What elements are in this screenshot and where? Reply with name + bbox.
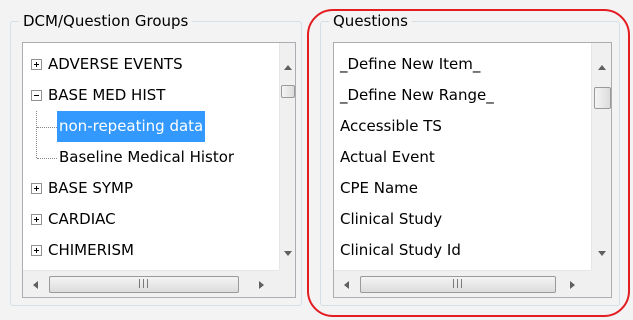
scroll-down-arrow-icon[interactable] (598, 251, 606, 256)
expand-icon[interactable] (31, 59, 42, 70)
tree-item-base-med-hist[interactable]: BASE MED HIST (23, 80, 279, 111)
list-item-label: Clinical Study Id (340, 241, 461, 259)
list-item-label: Clinical Study (340, 210, 443, 228)
scrollbar-corner (591, 270, 611, 297)
list-item[interactable]: _Define New Range_ (334, 80, 594, 111)
tree-item-non-repeating-data[interactable]: non-repeating data (23, 111, 279, 142)
tree-item-label: BASE SYMP (48, 179, 133, 197)
scroll-down-arrow-icon[interactable] (284, 251, 292, 256)
dcm-question-groups-tree[interactable]: ADVERSE EVENTS BASE MED HIST non-repeati… (22, 42, 296, 298)
expand-icon[interactable] (31, 245, 42, 256)
tree-item-label: CARDIAC (48, 210, 116, 228)
list-item-label: CPE Name (340, 179, 419, 197)
list-item[interactable]: Clinical Study (334, 204, 594, 235)
scroll-right-arrow-icon[interactable] (259, 281, 264, 289)
list-item[interactable]: CPE Name (334, 173, 594, 204)
scrollbar-corner (279, 270, 295, 297)
tree-vertical-scrollbar[interactable] (279, 43, 295, 270)
scroll-thumb[interactable]: ||| (49, 276, 239, 293)
questions-horizontal-scrollbar[interactable]: ||| (334, 270, 591, 297)
tree-item-label: non-repeating data (57, 111, 206, 142)
grip-icon: ||| (138, 279, 151, 289)
scroll-right-arrow-icon[interactable] (570, 281, 575, 289)
tree-horizontal-scrollbar[interactable]: ||| (23, 270, 279, 297)
tree-item-cardiac[interactable]: CARDIAC (23, 204, 279, 235)
scroll-up-arrow-icon[interactable] (598, 65, 606, 70)
questions-title: Questions (329, 11, 412, 31)
tree-item-label: ADVERSE EVENTS (48, 55, 183, 73)
tree-item-baseline-medical-history[interactable]: Baseline Medical Histor (23, 142, 279, 173)
scroll-left-arrow-icon[interactable] (33, 281, 38, 289)
grip-icon: ||| (452, 279, 465, 289)
scroll-thumb[interactable]: ||| (360, 276, 556, 293)
collapse-icon[interactable] (31, 90, 42, 101)
tree-item-label: CHIMERISM (48, 241, 134, 259)
dcm-question-groups-title: DCM/Question Groups (19, 11, 193, 31)
list-item[interactable]: Accessible TS (334, 111, 594, 142)
list-item-label: Accessible TS (340, 117, 442, 135)
list-item[interactable]: _Define New Item_ (334, 49, 594, 80)
tree-item-adverse-events[interactable]: ADVERSE EVENTS (23, 49, 279, 80)
list-item[interactable]: Actual Event (334, 142, 594, 173)
tree-item-base-symp[interactable]: BASE SYMP (23, 173, 279, 204)
questions-list[interactable]: _Define New Item_ _Define New Range_ Acc… (333, 42, 612, 298)
expand-icon[interactable] (31, 183, 42, 194)
scroll-left-arrow-icon[interactable] (344, 281, 349, 289)
tree-item-label: BASE MED HIST (48, 86, 166, 104)
scroll-up-arrow-icon[interactable] (284, 65, 292, 70)
tree-item-chimerism[interactable]: CHIMERISM (23, 235, 279, 266)
expand-icon[interactable] (31, 214, 42, 225)
list-item[interactable]: Clinical Study Id (334, 235, 594, 266)
list-item-label: _Define New Item_ (340, 55, 481, 73)
questions-vertical-scrollbar[interactable] (591, 43, 611, 270)
tree-item-label: Baseline Medical Histor (59, 148, 235, 166)
list-item-label: _Define New Range_ (340, 86, 494, 104)
scroll-thumb[interactable] (594, 87, 611, 109)
scroll-thumb[interactable] (281, 85, 295, 98)
list-item-label: Actual Event (340, 148, 435, 166)
